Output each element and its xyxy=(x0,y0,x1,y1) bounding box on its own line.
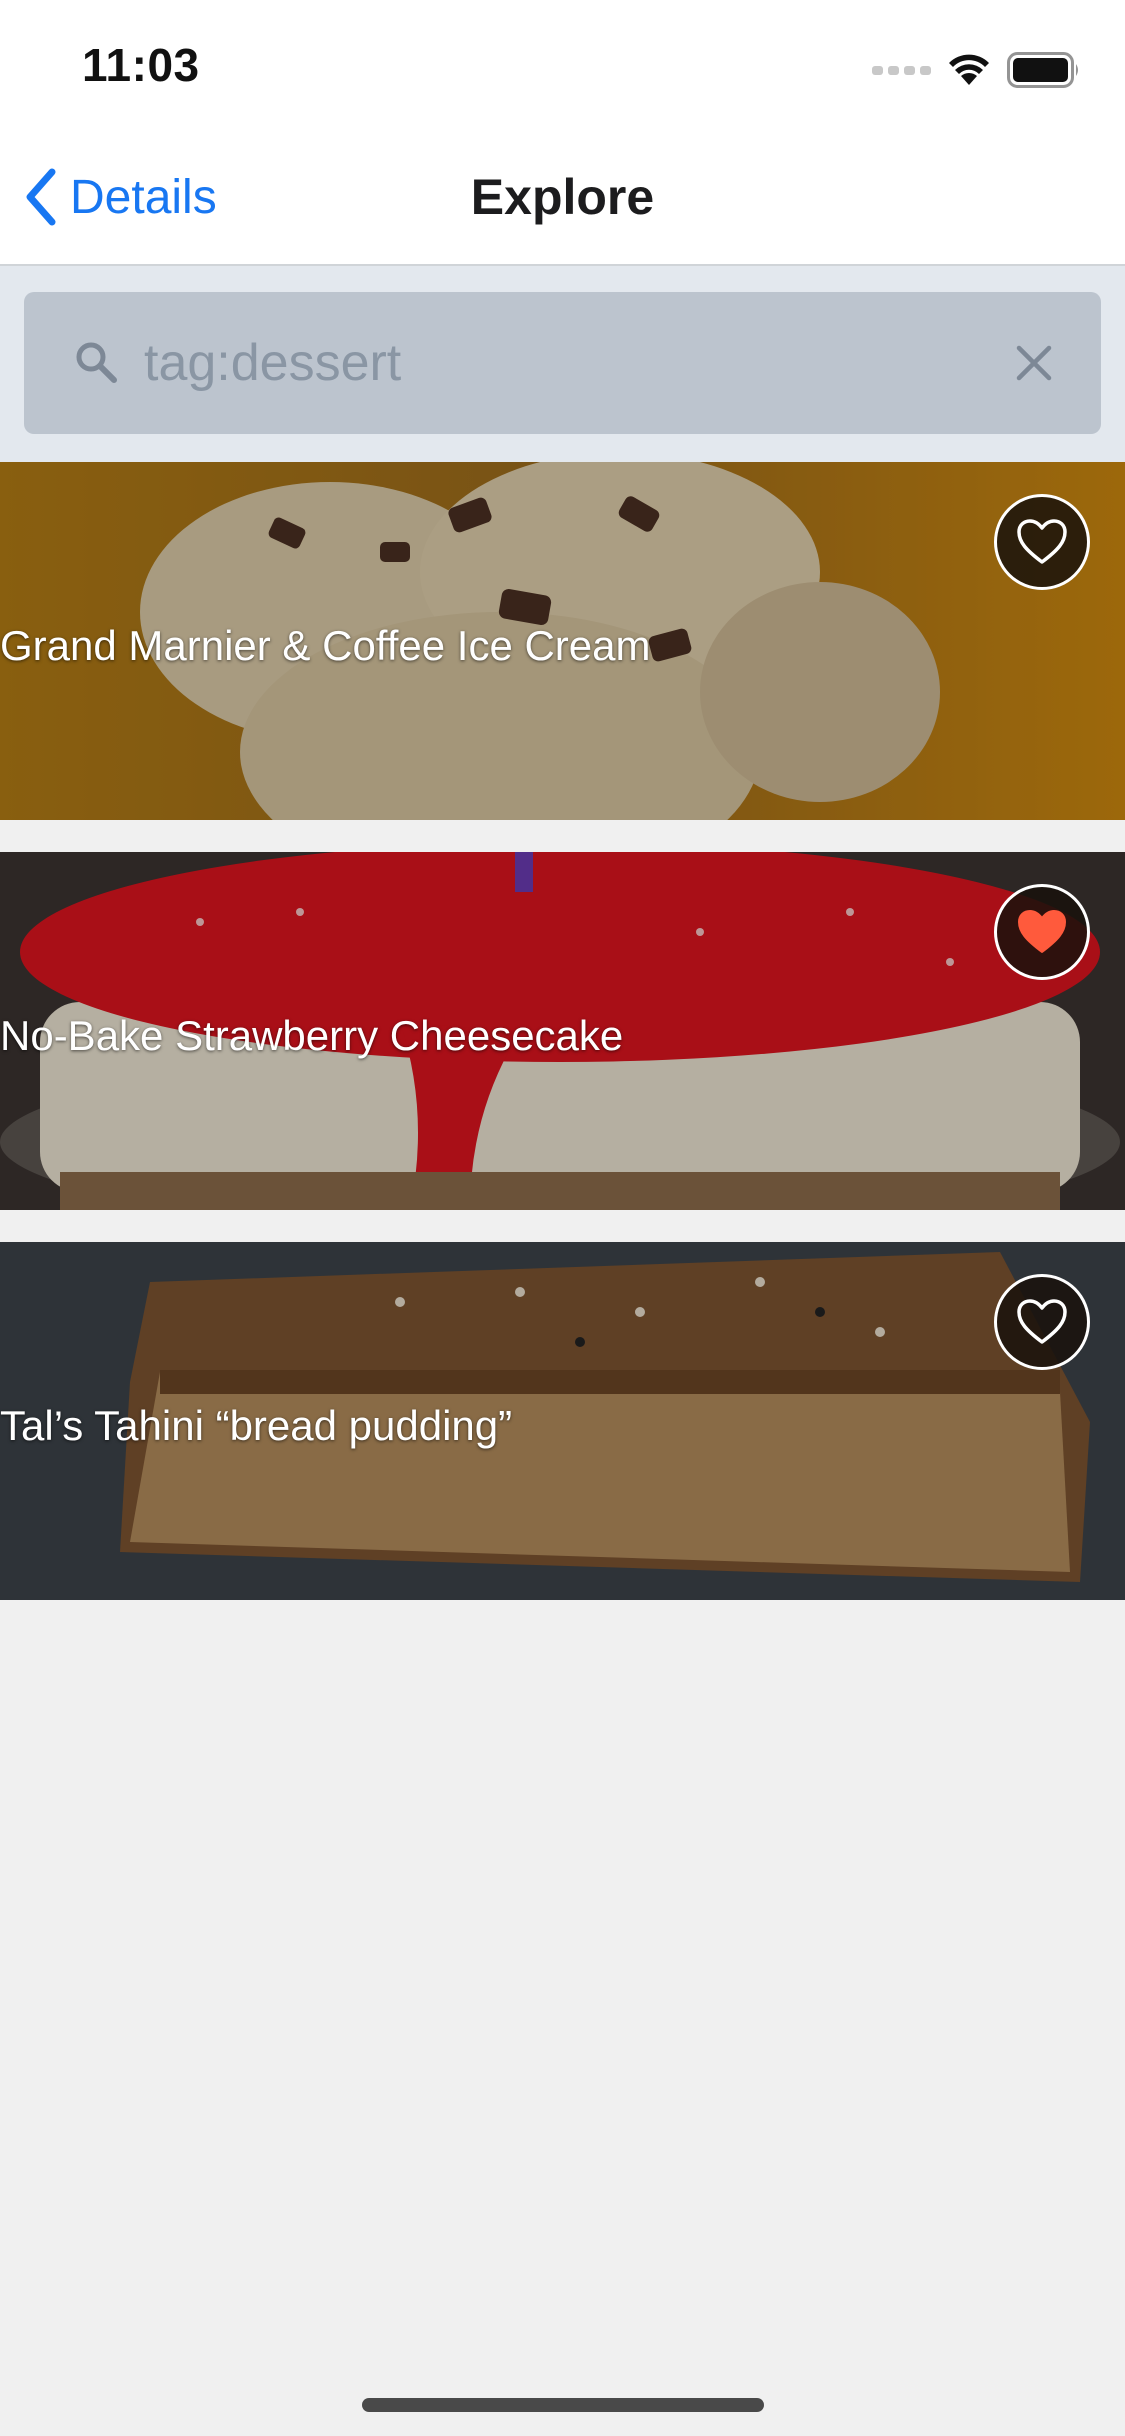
favorite-button[interactable] xyxy=(994,1274,1090,1370)
heart-outline-icon xyxy=(1017,1299,1067,1344)
wifi-icon xyxy=(949,54,989,85)
heart-filled-icon xyxy=(1018,910,1066,953)
favorite-button[interactable] xyxy=(994,884,1090,980)
heart-outline-icon xyxy=(1017,519,1067,564)
signal-icon xyxy=(872,65,931,75)
recipe-card[interactable]: Grand Marnier & Coffee Ice Cream xyxy=(0,462,1125,820)
recipe-title: Tal’s Tahini “bread pudding” xyxy=(0,1402,513,1449)
search-area xyxy=(0,266,1125,462)
search-input[interactable] xyxy=(144,320,984,406)
battery-icon xyxy=(1007,52,1078,88)
home-indicator[interactable] xyxy=(362,2398,764,2412)
recipe-title: No-Bake Strawberry Cheesecake xyxy=(0,1012,624,1059)
status-time: 11:03 xyxy=(82,39,200,91)
status-bar: 11:03 xyxy=(0,0,1125,132)
navigation-bar: Details Explore xyxy=(0,132,1125,266)
status-icons xyxy=(872,50,1081,90)
recipe-title: Grand Marnier & Coffee Ice Cream xyxy=(0,622,651,669)
recipe-card[interactable]: Tal’s Tahini “bread pudding” xyxy=(0,1242,1125,1600)
page-title: Explore xyxy=(470,169,655,225)
search-box[interactable] xyxy=(24,292,1101,434)
close-icon xyxy=(1016,345,1052,381)
clear-search-button[interactable] xyxy=(1007,336,1061,390)
search-icon xyxy=(76,342,117,383)
favorite-button[interactable] xyxy=(994,494,1090,590)
recipe-card[interactable]: No-Bake Strawberry Cheesecake xyxy=(0,852,1125,1210)
